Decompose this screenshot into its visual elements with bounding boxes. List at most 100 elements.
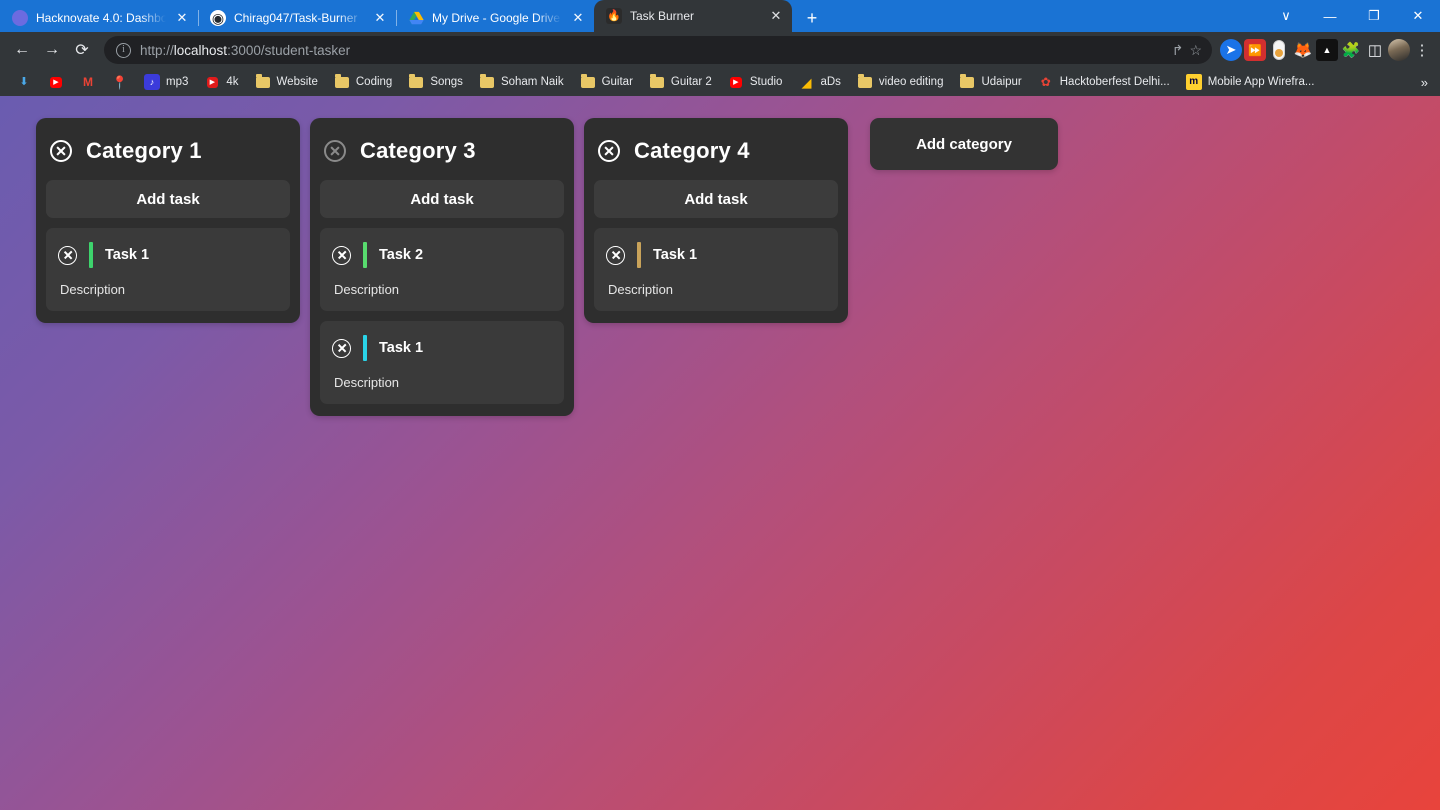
tab-close-icon[interactable]: ✕ [174, 10, 190, 26]
task-title: Task 1 [379, 340, 424, 356]
delete-category-icon[interactable] [50, 140, 72, 162]
firefox-extension-icon[interactable]: 🦊 [1292, 39, 1314, 61]
task-card[interactable]: Task 1 Description [320, 321, 564, 404]
site-info-icon[interactable]: i [116, 42, 131, 58]
share-icon[interactable]: ↱ [1172, 42, 1184, 59]
category-title: Category 1 [86, 138, 202, 163]
task-header: Task 2 [332, 242, 552, 268]
fast-forward-extension-icon[interactable]: ⏩ [1244, 39, 1266, 61]
task-description: Description [608, 282, 674, 297]
delete-category-icon[interactable] [324, 140, 346, 162]
add-task-button[interactable]: Add task [594, 180, 838, 218]
task-board: Category 1 Add task Task 1 Description C… [36, 118, 1440, 416]
browser-tab-1[interactable]: ◉ Chirag047/Task-Burner ✕ [198, 4, 396, 32]
bookmark-soham-naik[interactable]: Soham Naik [471, 71, 572, 93]
github-icon: ◉ [210, 10, 226, 26]
close-window-button[interactable]: ✕ [1396, 0, 1440, 32]
browser-tab-strip: Hacknovate 4.0: Dashboard | Dev ✕ ◉ Chir… [0, 0, 1440, 32]
task-card[interactable]: Task 1 Description [46, 228, 290, 311]
profile-avatar[interactable] [1388, 39, 1410, 61]
bookmarks-overflow-icon[interactable]: » [1415, 68, 1434, 96]
task-description: Description [334, 375, 400, 390]
chrome-menu-icon[interactable]: ⋮ [1412, 41, 1432, 59]
browser-tab-0[interactable]: Hacknovate 4.0: Dashboard | Dev ✕ [0, 4, 198, 32]
bookmark-video-editing[interactable]: video editing [849, 71, 952, 93]
bookmark-label: Coding [355, 76, 393, 88]
bookmark-label: Udaipur [981, 76, 1022, 88]
4k-video-downloader-icon: ▶ [204, 74, 220, 90]
category-card: Category 4 Add task Task 1 Description [584, 118, 848, 323]
fire-icon: 🔥 [606, 8, 622, 24]
category-title: Category 4 [634, 138, 750, 163]
bookmark-maps[interactable]: 📍 [104, 71, 136, 93]
bookmark-studio[interactable]: ▶ Studio [720, 71, 791, 93]
reload-icon[interactable]: ⟳ [68, 36, 96, 64]
bookmark-coding[interactable]: Coding [326, 71, 400, 93]
task-card[interactable]: Task 1 Description [594, 228, 838, 311]
tab-close-icon[interactable]: ✕ [570, 10, 586, 26]
bookmark-label: Mobile App Wirefra... [1207, 76, 1315, 88]
folder-icon [857, 74, 873, 90]
bookmark-website[interactable]: Website [247, 71, 326, 93]
folder-icon [408, 74, 424, 90]
minimize-button[interactable]: — [1308, 0, 1352, 32]
bookmark-ads[interactable]: ◢ aDs [790, 71, 848, 93]
add-task-button[interactable]: Add task [320, 180, 564, 218]
mp3-icon: ♪ [144, 74, 160, 90]
bookmark-guitar-2[interactable]: Guitar 2 [641, 71, 720, 93]
bookmark-star-icon[interactable]: ☆ [1189, 42, 1202, 59]
add-category-button[interactable]: Add category [870, 118, 1058, 170]
browser-toolbar: ← → ⟳ i http://localhost:3000/student-ta… [0, 32, 1440, 68]
bookmark-mobile-app-wireframe[interactable]: m Mobile App Wirefra... [1178, 71, 1323, 93]
bookmark-hacktoberfest[interactable]: ✿ Hacktoberfest Delhi... [1030, 71, 1178, 93]
task-title: Task 1 [653, 247, 698, 263]
new-tab-button[interactable]: + [798, 4, 826, 32]
folder-icon [334, 74, 350, 90]
dark-reader-extension-icon[interactable]: ▲ [1316, 39, 1338, 61]
add-task-button[interactable]: Add task [46, 180, 290, 218]
bluesky-extension-icon[interactable]: ➤ [1220, 39, 1242, 61]
side-panel-icon[interactable]: ◫ [1364, 39, 1386, 61]
task-title: Task 1 [105, 247, 150, 263]
bookmark-download[interactable]: ⬇ [8, 71, 40, 93]
category-title: Category 3 [360, 138, 476, 163]
task-header: Task 1 [332, 335, 552, 361]
delete-task-icon[interactable] [332, 245, 351, 265]
folder-icon [479, 74, 495, 90]
forward-icon[interactable]: → [38, 36, 66, 64]
bookmark-youtube[interactable]: ▶ [40, 71, 72, 93]
folder-icon [649, 74, 665, 90]
google-ads-icon: ◢ [801, 74, 812, 90]
browser-tab-2[interactable]: My Drive - Google Drive ✕ [396, 4, 594, 32]
bookmark-udaipur[interactable]: Udaipur [951, 71, 1029, 93]
delete-task-icon[interactable] [606, 245, 625, 265]
category-card: Category 3 Add task Task 2 Description T… [310, 118, 574, 416]
browser-tab-3-active[interactable]: 🔥 Task Burner ✕ [594, 0, 792, 32]
bookmark-gmail[interactable]: M [72, 71, 104, 93]
task-accent-bar [89, 242, 93, 268]
gmail-icon: M [83, 75, 93, 89]
bookmark-songs[interactable]: Songs [400, 71, 471, 93]
delete-task-icon[interactable] [332, 338, 351, 358]
tab-close-icon[interactable]: ✕ [372, 10, 388, 26]
bookmark-label: Guitar 2 [670, 76, 712, 88]
maximize-button[interactable]: ❐ [1352, 0, 1396, 32]
back-icon[interactable]: ← [8, 36, 36, 64]
bookmark-mp3[interactable]: ♪ mp3 [136, 71, 196, 93]
delete-category-icon[interactable] [598, 140, 620, 162]
category-header: Category 4 [594, 130, 838, 180]
grammarly-extension-icon[interactable] [1268, 39, 1290, 61]
task-card[interactable]: Task 2 Description [320, 228, 564, 311]
category-header: Category 3 [320, 130, 564, 180]
address-bar[interactable]: i http://localhost:3000/student-tasker ↱… [104, 36, 1212, 64]
extensions-puzzle-icon[interactable]: 🧩 [1340, 39, 1362, 61]
task-accent-bar [363, 242, 367, 268]
tab-close-icon[interactable]: ✕ [768, 8, 784, 24]
delete-task-icon[interactable] [58, 245, 77, 265]
bookmark-4k[interactable]: ▶ 4k [196, 71, 246, 93]
tab-search-icon[interactable]: ∨ [1264, 0, 1308, 32]
bookmark-guitar[interactable]: Guitar [572, 71, 641, 93]
task-accent-bar [637, 242, 641, 268]
category-card: Category 1 Add task Task 1 Description [36, 118, 300, 323]
bookmark-label: aDs [820, 76, 841, 88]
